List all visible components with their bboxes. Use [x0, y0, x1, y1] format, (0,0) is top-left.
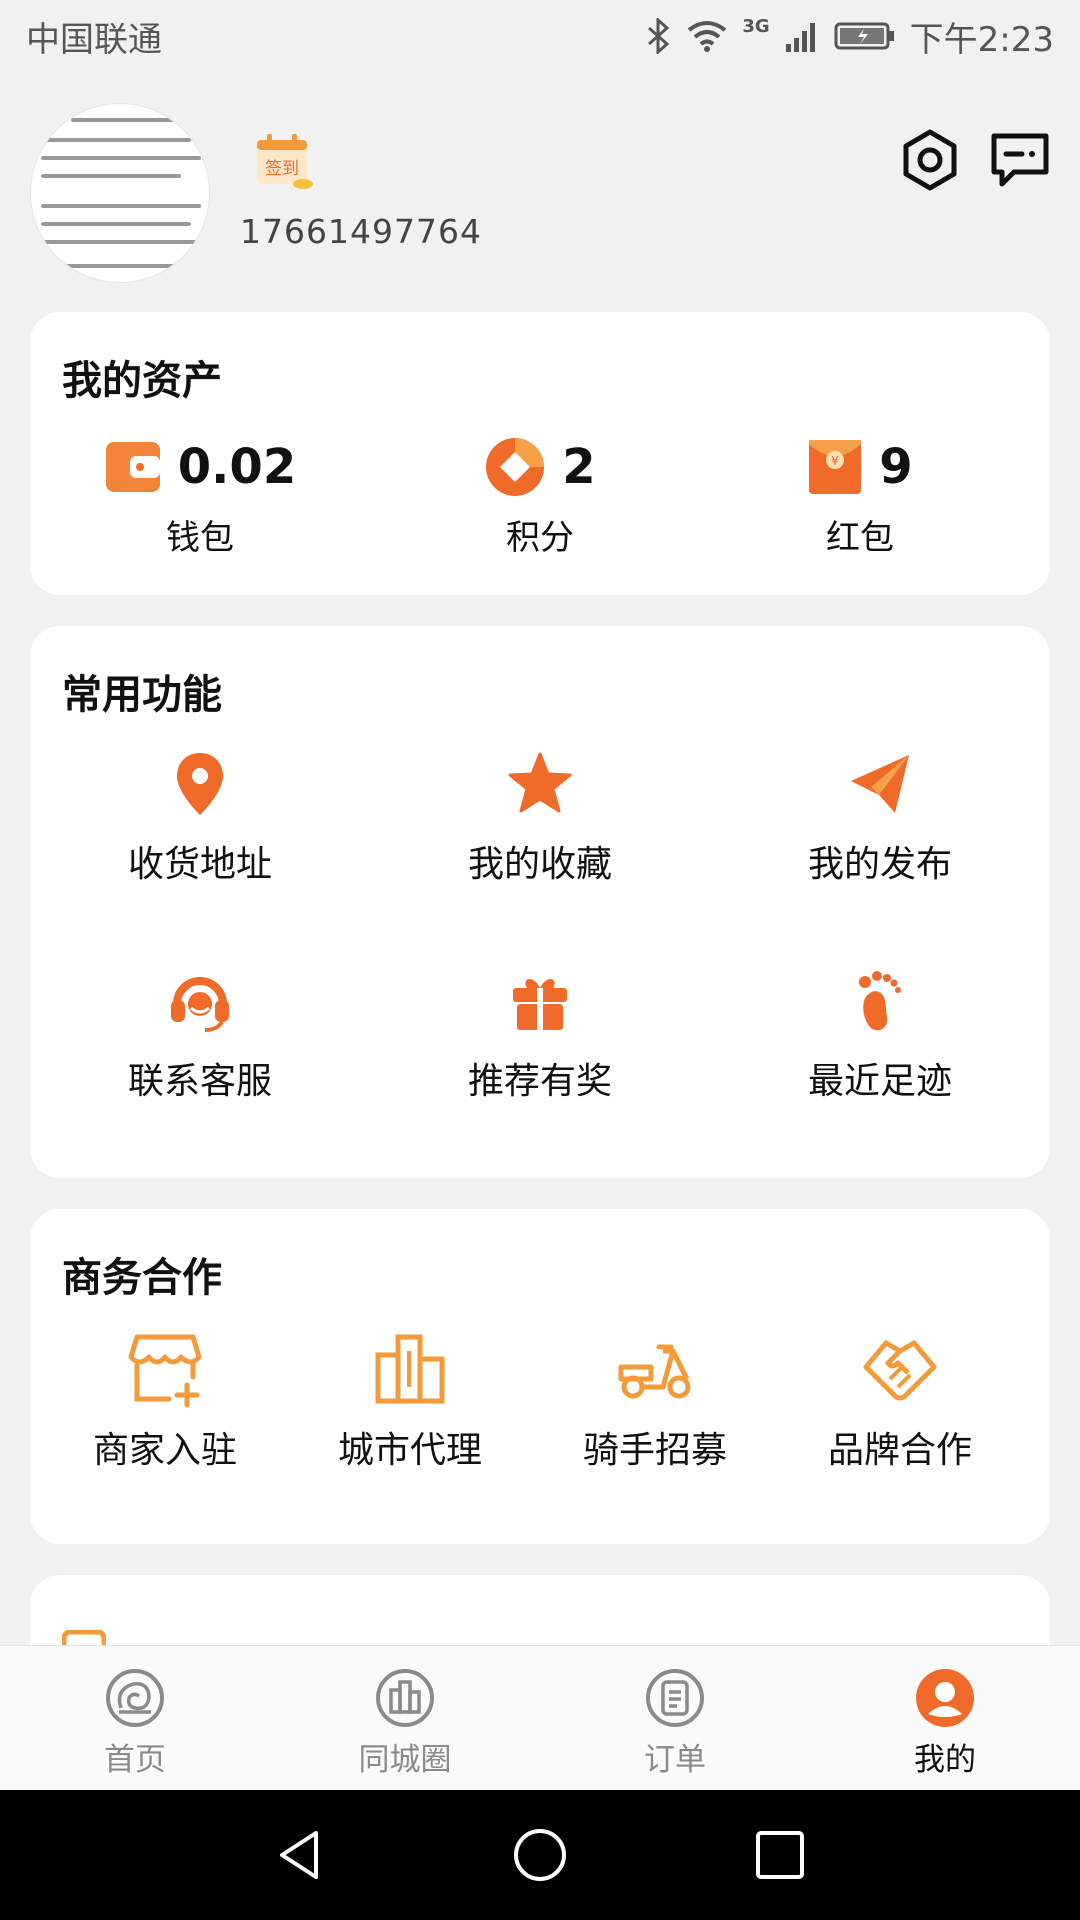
nav-home-label: 首页	[104, 1742, 166, 1778]
bluetooth-icon	[648, 18, 670, 54]
merchant-join-item[interactable]: 商家入驻	[40, 1329, 290, 1473]
nav-orders[interactable]: 订单	[575, 1668, 775, 1779]
merchant-join-label: 商家入驻	[92, 1430, 237, 1471]
nav-city-circle-label: 同城圈	[358, 1742, 452, 1778]
customer-service-label: 联系客服	[127, 1061, 272, 1102]
my-favorites-label: 我的收藏	[467, 844, 612, 885]
business-card: 商务合作 商家入驻 城市代理 骑手招募 品牌合作	[30, 1209, 1050, 1544]
my-favorites-item[interactable]: 我的收藏	[370, 751, 710, 887]
red-packet-label: 红包	[826, 518, 894, 558]
screen: 中国联通 3G 下午2:23 签到 17661497764 我的资产 0.02 …	[0, 0, 1080, 1920]
brand-cooperation-item[interactable]: 品牌合作	[775, 1329, 1025, 1473]
carrier-label: 中国联通	[26, 19, 162, 60]
assets-title: 我的资产	[62, 358, 222, 404]
sign-in-calendar-icon[interactable]: 签到	[255, 132, 315, 192]
svg-text:¥: ¥	[831, 454, 839, 468]
common-functions-title: 常用功能	[62, 672, 222, 718]
footprint-icon	[859, 971, 901, 1031]
nav-home[interactable]: 首页	[35, 1668, 235, 1779]
sign-in-label: 签到	[265, 159, 299, 179]
gift-icon	[513, 978, 567, 1030]
star-icon	[508, 752, 572, 813]
points-label: 积分	[506, 518, 574, 558]
points-icon	[486, 438, 545, 496]
business-title: 商务合作	[62, 1255, 222, 1301]
city-icon	[375, 1334, 445, 1404]
my-posts-item[interactable]: 我的发布	[710, 751, 1050, 887]
recent-apps-icon[interactable]	[750, 1825, 810, 1885]
shipping-address-item[interactable]: 收货地址	[30, 751, 370, 887]
nav-city-circle[interactable]: 同城圈	[305, 1668, 505, 1779]
points-item[interactable]: 2 积分	[370, 432, 710, 559]
assets-card: 我的资产 0.02 钱包 2 积分 ¥ 9 红包	[30, 312, 1050, 595]
nav-mine[interactable]: 我的	[845, 1668, 1045, 1779]
recent-footprints-label: 最近足迹	[807, 1061, 952, 1102]
back-icon[interactable]	[270, 1825, 330, 1885]
order-icon	[646, 1669, 704, 1727]
wallet-item[interactable]: 0.02 钱包	[30, 432, 370, 559]
recent-footprints-item[interactable]: 最近足迹	[710, 968, 1050, 1104]
referral-reward-item[interactable]: 推荐有奖	[370, 968, 710, 1104]
profile-icon	[916, 1669, 974, 1727]
red-packet-item[interactable]: ¥ 9 红包	[690, 432, 1030, 559]
referral-reward-label: 推荐有奖	[467, 1061, 612, 1102]
message-icon[interactable]	[988, 128, 1052, 192]
phone-number: 17661497764	[240, 212, 482, 251]
customer-service-item[interactable]: 联系客服	[30, 968, 370, 1104]
network-type: 3G	[742, 15, 770, 37]
wallet-value: 0.02	[177, 439, 297, 495]
store-icon	[128, 1334, 202, 1408]
my-posts-label: 我的发布	[807, 844, 952, 885]
shipping-address-label: 收货地址	[127, 844, 272, 885]
scooter-icon	[618, 1344, 691, 1399]
city-agent-label: 城市代理	[337, 1430, 482, 1471]
headset-icon	[171, 977, 229, 1032]
nav-mine-label: 我的	[914, 1742, 976, 1778]
location-icon	[177, 753, 223, 815]
signal-icon	[785, 23, 815, 52]
system-nav-bar	[0, 1790, 1080, 1920]
status-icons: 3G 下午2:23	[646, 12, 1054, 61]
handshake-icon	[863, 1340, 937, 1401]
bottom-nav: 首页 同城圈 订单 我的	[0, 1645, 1080, 1790]
clock: 下午2:23	[909, 19, 1054, 60]
points-value: 2	[562, 439, 596, 495]
settings-icon[interactable]	[898, 128, 962, 192]
rider-recruit-label: 骑手招募	[582, 1430, 727, 1471]
red-packet-value: 9	[879, 439, 913, 495]
wallet-label: 钱包	[166, 518, 234, 558]
nav-orders-label: 订单	[644, 1742, 706, 1778]
red-packet-icon: ¥	[809, 440, 862, 494]
city-agent-item[interactable]: 城市代理	[285, 1329, 535, 1473]
paper-plane-icon	[851, 755, 909, 813]
status-bar: 中国联通 3G 下午2:23	[0, 0, 1080, 72]
city-circle-icon	[376, 1669, 434, 1727]
battery-icon	[834, 22, 894, 50]
avatar[interactable]	[30, 103, 210, 283]
home-icon[interactable]	[510, 1825, 570, 1885]
wifi-icon	[688, 21, 727, 52]
common-functions-card: 常用功能 收货地址 我的收藏 我的发布 联系客服 推荐有奖 最近足迹	[30, 626, 1050, 1178]
home-shell-icon	[106, 1669, 164, 1727]
rider-recruit-item[interactable]: 骑手招募	[530, 1329, 780, 1473]
wallet-icon	[105, 442, 160, 492]
brand-cooperation-label: 品牌合作	[827, 1430, 972, 1471]
